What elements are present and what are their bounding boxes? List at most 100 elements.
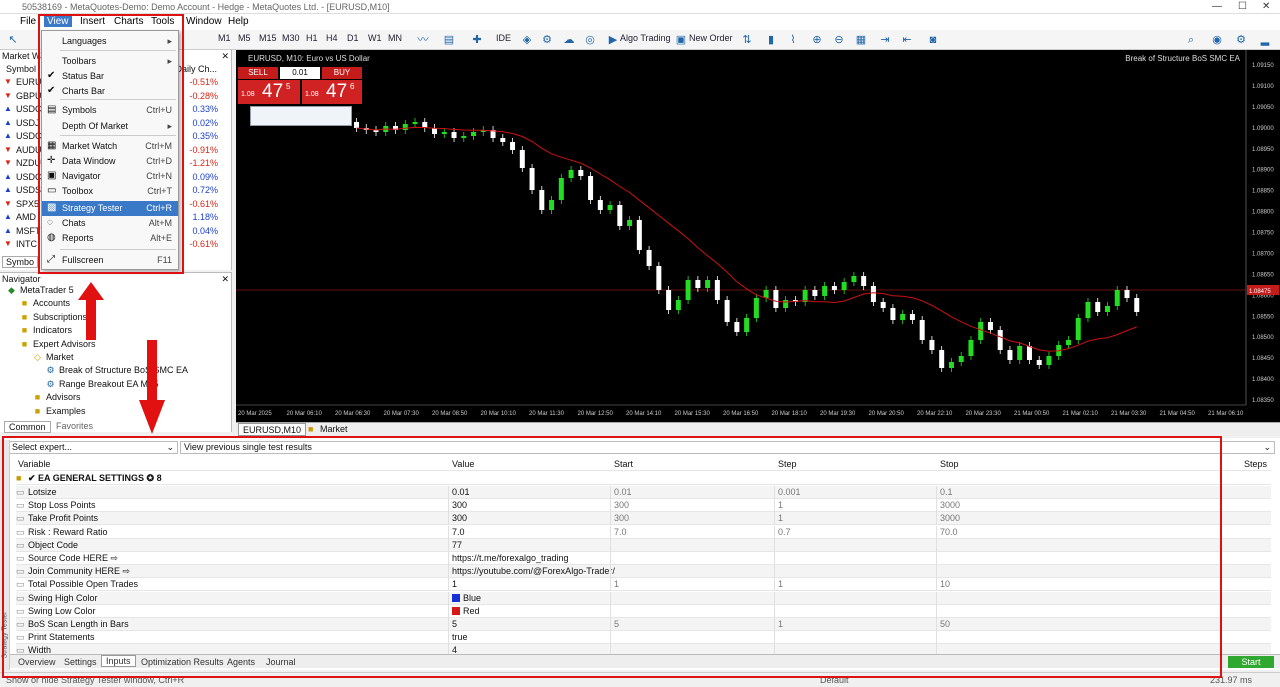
variable-stop[interactable]: 0.1 [940,487,953,497]
variable-step[interactable]: 1 [778,500,783,510]
col-variable[interactable]: Variable [18,459,50,469]
line-chart-icon[interactable]: ⌇ [786,33,800,47]
variable-start[interactable]: 300 [614,513,629,523]
navigator-item[interactable]: ■ Advisors [32,392,81,402]
start-button[interactable]: Start [1228,656,1274,668]
section-row[interactable]: ■ ✔ EA GENERAL SETTINGS ✪ 8 [16,472,1271,485]
timeframe-mn[interactable]: MN [388,33,402,43]
auto-scroll-icon[interactable]: ⇥ [878,33,892,47]
table-row[interactable]: ▭ Print Statements true [16,631,1271,645]
variable-step[interactable]: 1 [778,619,783,629]
variable-stop[interactable]: 50 [940,619,950,629]
table-row[interactable]: ▭ BoS Scan Length in Bars 5 5 1 50 [16,618,1271,631]
table-row[interactable]: ▭ Total Possible Open Trades 1 1 1 10 [16,578,1271,592]
variable-step[interactable]: 0.001 [778,487,801,497]
variable-value[interactable]: 77 [452,540,462,550]
variable-value[interactable]: 7.0 [452,527,465,537]
table-row[interactable]: ▭ Source Code HERE ⇨ https://t.me/forexalg… [16,552,1271,565]
timeframe-m1[interactable]: M1 [218,33,231,43]
variable-value[interactable]: 1 [452,579,457,589]
timeframe-h4[interactable]: H4 [326,33,338,43]
navigator-item[interactable]: ◇ Market [32,352,73,363]
col-symbol[interactable]: Symbol [6,64,36,74]
menu-window[interactable]: Window [186,16,222,27]
table-row[interactable]: ▭ Swing Low Color Red [16,604,1271,618]
experts-icon[interactable]: ◈ [520,33,534,47]
tab-agents[interactable]: Agents [227,657,255,667]
color-swatch[interactable] [452,606,460,615]
tab-settings[interactable]: Settings [64,657,97,667]
buy-button[interactable]: BUY [322,67,362,79]
menu-item-languages[interactable]: Languages ▸ [42,34,178,49]
cursor-icon[interactable]: ↖ [6,33,20,47]
col-step[interactable]: Step [778,459,797,469]
search-icon[interactable]: ⌕ [1184,33,1198,47]
account-icon[interactable]: ◉ [1210,33,1224,47]
algo-trading-button[interactable]: Algo Trading [620,33,671,43]
candlestick-chart[interactable]: 1.09150 1.09100 1.09050 1.09000 1.08950 1.089… [236,50,1280,422]
zoom-out-icon[interactable]: ⊖ [832,33,846,47]
tab-eurusd-m10[interactable]: EURUSD,M10 [238,423,307,436]
table-row[interactable]: ▭ Take Profit Points 300 300 1 3000 [16,512,1271,526]
menu-item-data-window[interactable]: ✛ Data Window Ctrl+D [42,154,178,169]
variable-stop[interactable]: 3000 [940,513,960,523]
sell-button[interactable]: SELL [238,67,278,79]
close-button[interactable]: ✕ [1262,1,1270,12]
menu-charts[interactable]: Charts [114,16,143,27]
variable-start[interactable]: 5 [614,619,619,629]
table-row[interactable]: ▭ Risk : Reward Ratio 7.0 7.0 0.7 70.0 [16,525,1271,539]
col-start[interactable]: Start [614,459,633,469]
screenshot-icon[interactable]: ◙ [926,33,940,47]
variable-step[interactable]: 1 [778,579,783,589]
col-value[interactable]: Value [452,459,474,469]
tab-inputs[interactable]: Inputs [101,655,136,667]
depth-icon[interactable]: ⇅ [740,33,754,47]
timeframe-m30[interactable]: M30 [282,33,300,43]
variable-value[interactable]: Blue [452,593,481,603]
timeframe-h1[interactable]: H1 [306,33,318,43]
col-steps[interactable]: Steps [1244,459,1267,469]
menu-insert[interactable]: Insert [80,16,105,27]
variable-stop[interactable]: 10 [940,579,950,589]
navigator-item[interactable]: ⚙ Range Breakout EA MT5 [45,379,158,390]
tab-favorites[interactable]: Favorites [56,421,93,431]
tab-journal[interactable]: Journal [266,657,296,667]
zoom-in-icon[interactable]: ⊕ [810,33,824,47]
navigator-item[interactable]: ■ Accounts [19,298,70,308]
variable-start[interactable]: 1 [614,579,619,589]
buy-price[interactable]: 1.08 47 6 [302,80,362,104]
bar-chart-icon[interactable]: ▮ [764,33,778,47]
menu-item-symbols[interactable]: ▤ Symbols Ctrl+U [42,103,178,118]
menu-file[interactable]: File [20,16,36,27]
settings-icon[interactable]: ⚙ [1234,33,1248,47]
variable-value[interactable]: 5 [452,619,457,629]
variable-value[interactable]: Red [452,606,480,616]
templates-icon[interactable]: ▤ [442,33,456,47]
table-row[interactable]: ▭ Lotsize 0.01 0.01 0.001 0.1 [16,486,1271,499]
variable-value[interactable]: true [452,632,468,642]
variable-start[interactable]: 0.01 [614,487,632,497]
navigator-item[interactable]: ■ Examples [32,406,86,416]
menu-item-status-bar[interactable]: ✔ Status Bar [42,69,178,84]
timeframe-m15[interactable]: M15 [259,33,277,43]
menu-tools[interactable]: Tools [151,16,174,27]
variable-start[interactable]: 300 [614,500,629,510]
col-stop[interactable]: Stop [940,459,959,469]
variable-step[interactable]: 0.7 [778,527,791,537]
variable-value[interactable]: https://youtube.com/@ForexAlgo-Trader/ [452,566,615,576]
variable-value[interactable]: 300 [452,513,467,523]
minimize-button[interactable]: — [1212,1,1222,12]
menu-item-navigator[interactable]: ▣ Navigator Ctrl+N [42,169,178,184]
table-row[interactable]: ▭ Join Community HERE ⇨ https://youtube.co… [16,565,1271,579]
menu-item-reports[interactable]: ◍ Reports Alt+E [42,231,178,246]
col-daily-change[interactable]: Daily Ch... [175,64,217,74]
community-icon[interactable]: ◎ [583,33,597,47]
menu-help[interactable]: Help [228,16,249,27]
timeframe-d1[interactable]: D1 [347,33,359,43]
navigator-item[interactable]: ■ Expert Advisors [19,339,96,349]
table-row[interactable]: ▭ Object Code 77 [16,538,1271,552]
timeframe-w1[interactable]: W1 [368,33,382,43]
tile-icon[interactable]: ▦ [854,33,868,47]
tab-symbols[interactable]: Symbo [2,256,39,268]
new-order-button[interactable]: New Order [689,33,733,43]
